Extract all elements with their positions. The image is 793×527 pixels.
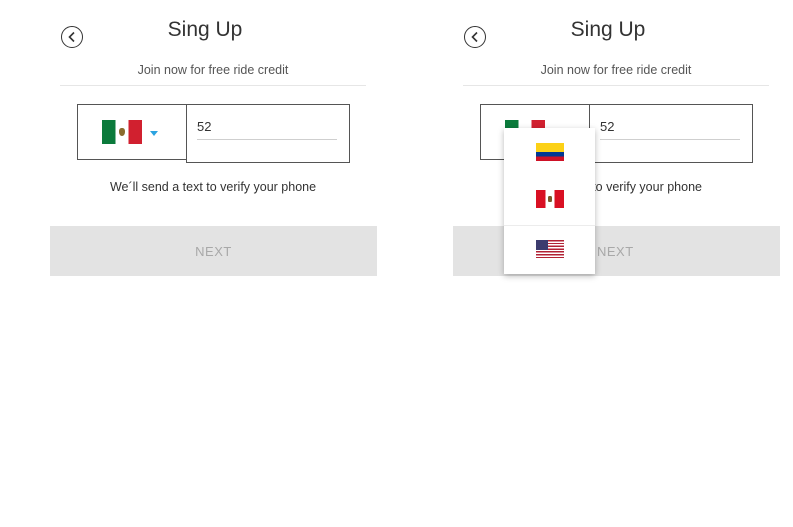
helper-text: xt to verify your phone: [579, 180, 702, 194]
usa-flag-icon: [535, 240, 564, 258]
caret-down-icon: [150, 130, 158, 136]
subtitle: Join now for free ride credit: [540, 63, 692, 77]
mexico-flag-icon: [102, 120, 142, 144]
helper-text: We´ll send a text to verify your phone: [109, 180, 317, 194]
country-dropdown: [504, 128, 595, 274]
signup-screen-closed: Sing Up Join now for free ride credit We…: [0, 0, 380, 527]
phone-field-box: [589, 104, 753, 163]
signup-screen-dropdown-open: Sing Up Join now for free ride credit xt…: [403, 0, 783, 527]
country-option-peru[interactable]: [504, 175, 595, 222]
page-title: Sing Up: [167, 18, 243, 41]
colombia-flag-icon: [535, 142, 564, 161]
next-button[interactable]: NEXT: [50, 226, 377, 276]
phone-input[interactable]: [600, 113, 740, 140]
phone-input[interactable]: [197, 113, 337, 140]
phone-field-box: [186, 104, 350, 163]
country-select[interactable]: [77, 104, 187, 160]
country-option-colombia[interactable]: [504, 128, 595, 175]
next-button[interactable]: NEXT: [453, 226, 780, 276]
page-title: Sing Up: [570, 18, 646, 41]
divider: [60, 85, 366, 86]
divider: [463, 85, 769, 86]
peru-flag-icon: [535, 189, 564, 208]
country-option-usa[interactable]: [504, 225, 595, 272]
subtitle: Join now for free ride credit: [137, 63, 289, 77]
